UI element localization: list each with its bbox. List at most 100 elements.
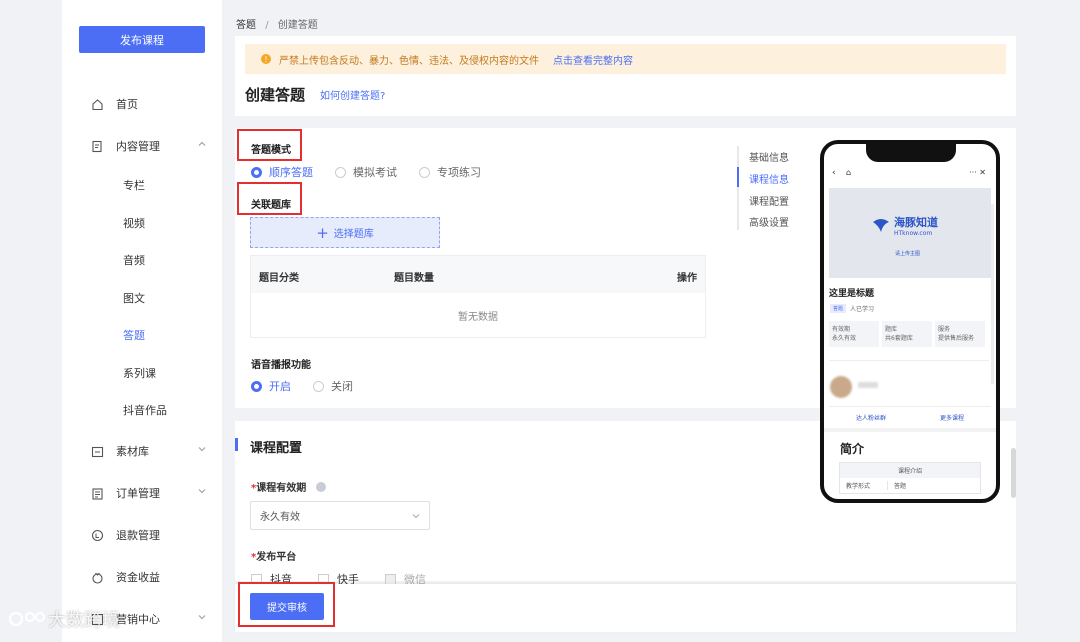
sidebar-item-orders[interactable]: 订单管理 <box>91 485 160 501</box>
sidebar-item-label: 退款管理 <box>116 529 160 542</box>
section-marker <box>235 438 238 451</box>
folder-icon <box>91 445 104 458</box>
select-bank-label: 选择题库 <box>333 229 374 240</box>
intro-title: 简介 <box>840 442 865 456</box>
home-icon <box>91 98 104 111</box>
chevron-down-icon <box>412 513 420 518</box>
anchor-indicator <box>737 167 739 187</box>
brand-logo: 海豚知道 HTknow.com <box>871 214 938 237</box>
notice-banner: ! 严禁上传包含反动、暴力、色情、违法、及侵权内容的文件 点击查看完整内容 <box>245 44 1006 74</box>
validity-value: 永久有效 <box>260 512 300 523</box>
sidebar-sub-article[interactable]: 图文 <box>123 290 145 306</box>
sidebar-item-label: 资金收益 <box>116 571 160 584</box>
blurred-name <box>858 382 878 388</box>
anchor-advanced[interactable]: 高级设置 <box>749 214 789 229</box>
divider <box>829 360 989 361</box>
phone-scrollbar <box>991 204 994 384</box>
intro-table-header: 课程介绍 <box>840 463 980 478</box>
highlight-box <box>237 182 302 215</box>
dolphin-icon <box>873 218 889 232</box>
chevron-down-icon[interactable] <box>198 487 206 495</box>
feature-tiles: 有效期 永久有效 题库 共6套题库 服务 提供售后服务 <box>829 321 985 347</box>
anchor-config[interactable]: 课程配置 <box>749 193 789 208</box>
watermark: 大数跨境 <box>8 606 120 632</box>
sidebar-item-home[interactable]: 首页 <box>91 96 138 112</box>
course-title: 这里是标题 <box>829 289 875 299</box>
table-header: 题目分类 题目数量 操作 <box>251 256 705 293</box>
sidebar-sub-douyin[interactable]: 抖音作品 <box>123 402 167 418</box>
chevron-up-icon[interactable] <box>198 140 206 148</box>
plus-icon: + <box>316 223 329 242</box>
breadcrumb-separator: / <box>265 20 269 31</box>
anchor-course-info[interactable]: 课程信息 <box>749 171 789 186</box>
highlight-box <box>237 129 302 161</box>
help-link[interactable]: 如何创建答题? <box>320 87 385 102</box>
radio-mock-exam[interactable]: 模拟考试 <box>335 164 397 180</box>
warning-icon: ! <box>261 54 271 64</box>
page-title: 创建答题 <box>245 86 306 104</box>
breadcrumb: 答题 / 创建答题 <box>236 16 318 31</box>
validity-label: *课程有效期 <box>251 479 326 494</box>
chevron-down-icon[interactable] <box>198 613 206 621</box>
sidebar-sub-video[interactable]: 视频 <box>123 215 145 231</box>
course-tags: 答题 人已学习 <box>830 304 874 313</box>
wallet-icon <box>91 571 104 584</box>
help-icon[interactable] <box>315 482 326 492</box>
notice-link[interactable]: 点击查看完整内容 <box>553 52 633 67</box>
radio-voice-off[interactable]: 关闭 <box>313 378 353 394</box>
sidebar-item-funds[interactable]: 资金收益 <box>91 569 160 585</box>
voice-label: 语音播报功能 <box>251 360 311 371</box>
breadcrumb-current: 创建答题 <box>277 20 318 31</box>
sidebar-item-library[interactable]: 素材库 <box>91 443 149 459</box>
anchor-basic[interactable]: 基础信息 <box>749 149 789 164</box>
sidebar-item-content[interactable]: 内容管理 <box>91 138 160 154</box>
anchor-track <box>737 146 739 230</box>
radio-special[interactable]: 专项练习 <box>419 164 481 180</box>
sidebar-sub-series[interactable]: 系列课 <box>123 365 156 381</box>
sidebar-sub-column[interactable]: 专栏 <box>123 177 145 193</box>
scrollbar-thumb[interactable] <box>1011 448 1016 498</box>
phone-preview: ‹ ⌂ ··· ✕ 海豚知道 HTknow.com 请上传主图 这里是标题 答题… <box>820 140 1000 503</box>
sidebar-item-label: 素材库 <box>116 445 149 458</box>
sidebar-sub-quiz[interactable]: 答题 <box>123 327 145 343</box>
empty-state: 暂无数据 <box>458 311 498 323</box>
highlight-box <box>238 582 335 627</box>
phone-notch <box>866 144 956 162</box>
sidebar-item-label: 首页 <box>116 98 138 111</box>
breadcrumb-root[interactable]: 答题 <box>236 20 256 31</box>
select-bank-button[interactable]: + 选择题库 <box>250 217 440 248</box>
chevron-down-icon[interactable] <box>198 445 206 453</box>
more-courses-link[interactable]: 更多课程 <box>940 413 964 422</box>
config-title: 课程配置 <box>250 441 303 456</box>
section-gap <box>824 428 996 432</box>
back-icon[interactable]: ‹ <box>832 168 836 178</box>
col-category: 题目分类 <box>259 273 299 284</box>
question-bank-table: 题目分类 题目数量 操作 暂无数据 <box>250 255 706 338</box>
col-count: 题目数量 <box>394 273 434 284</box>
sidebar <box>62 0 222 642</box>
cover-subtitle: 请上传主图 <box>895 251 921 257</box>
publish-course-button[interactable]: 发布课程 <box>79 26 205 53</box>
validity-select[interactable]: 永久有效 <box>250 501 430 530</box>
join-group-link[interactable]: 达人粉丝群 <box>856 413 886 422</box>
sidebar-item-refund[interactable]: 退款管理 <box>91 527 160 543</box>
join-bar: 达人粉丝群 更多课程 <box>829 406 991 428</box>
radio-voice-on[interactable]: 开启 <box>251 378 291 394</box>
sidebar-sub-audio[interactable]: 音频 <box>123 252 145 268</box>
more-icon[interactable]: ··· ✕ <box>969 168 986 177</box>
watermark-logo-icon <box>9 612 45 626</box>
sidebar-item-label: 内容管理 <box>116 140 160 153</box>
avatar <box>830 376 852 398</box>
home-icon[interactable]: ⌂ <box>846 168 851 177</box>
refund-icon <box>91 529 104 542</box>
radio-sequential[interactable]: 顺序答题 <box>251 164 313 180</box>
intro-table: 课程介绍 教学形式 答题 <box>839 462 981 494</box>
quiz-mode-radio-group: 顺序答题 模拟考试 专项练习 <box>251 164 481 180</box>
sidebar-item-label: 订单管理 <box>116 487 160 500</box>
col-action: 操作 <box>677 273 697 284</box>
bottom-action-bar <box>235 584 1016 632</box>
notice-text: 严禁上传包含反动、暴力、色情、违法、及侵权内容的文件 <box>279 55 539 67</box>
voice-radio-group: 开启 关闭 <box>251 378 353 394</box>
sidebar-item-label: 营销中心 <box>116 613 160 626</box>
clipboard-icon <box>91 487 104 500</box>
